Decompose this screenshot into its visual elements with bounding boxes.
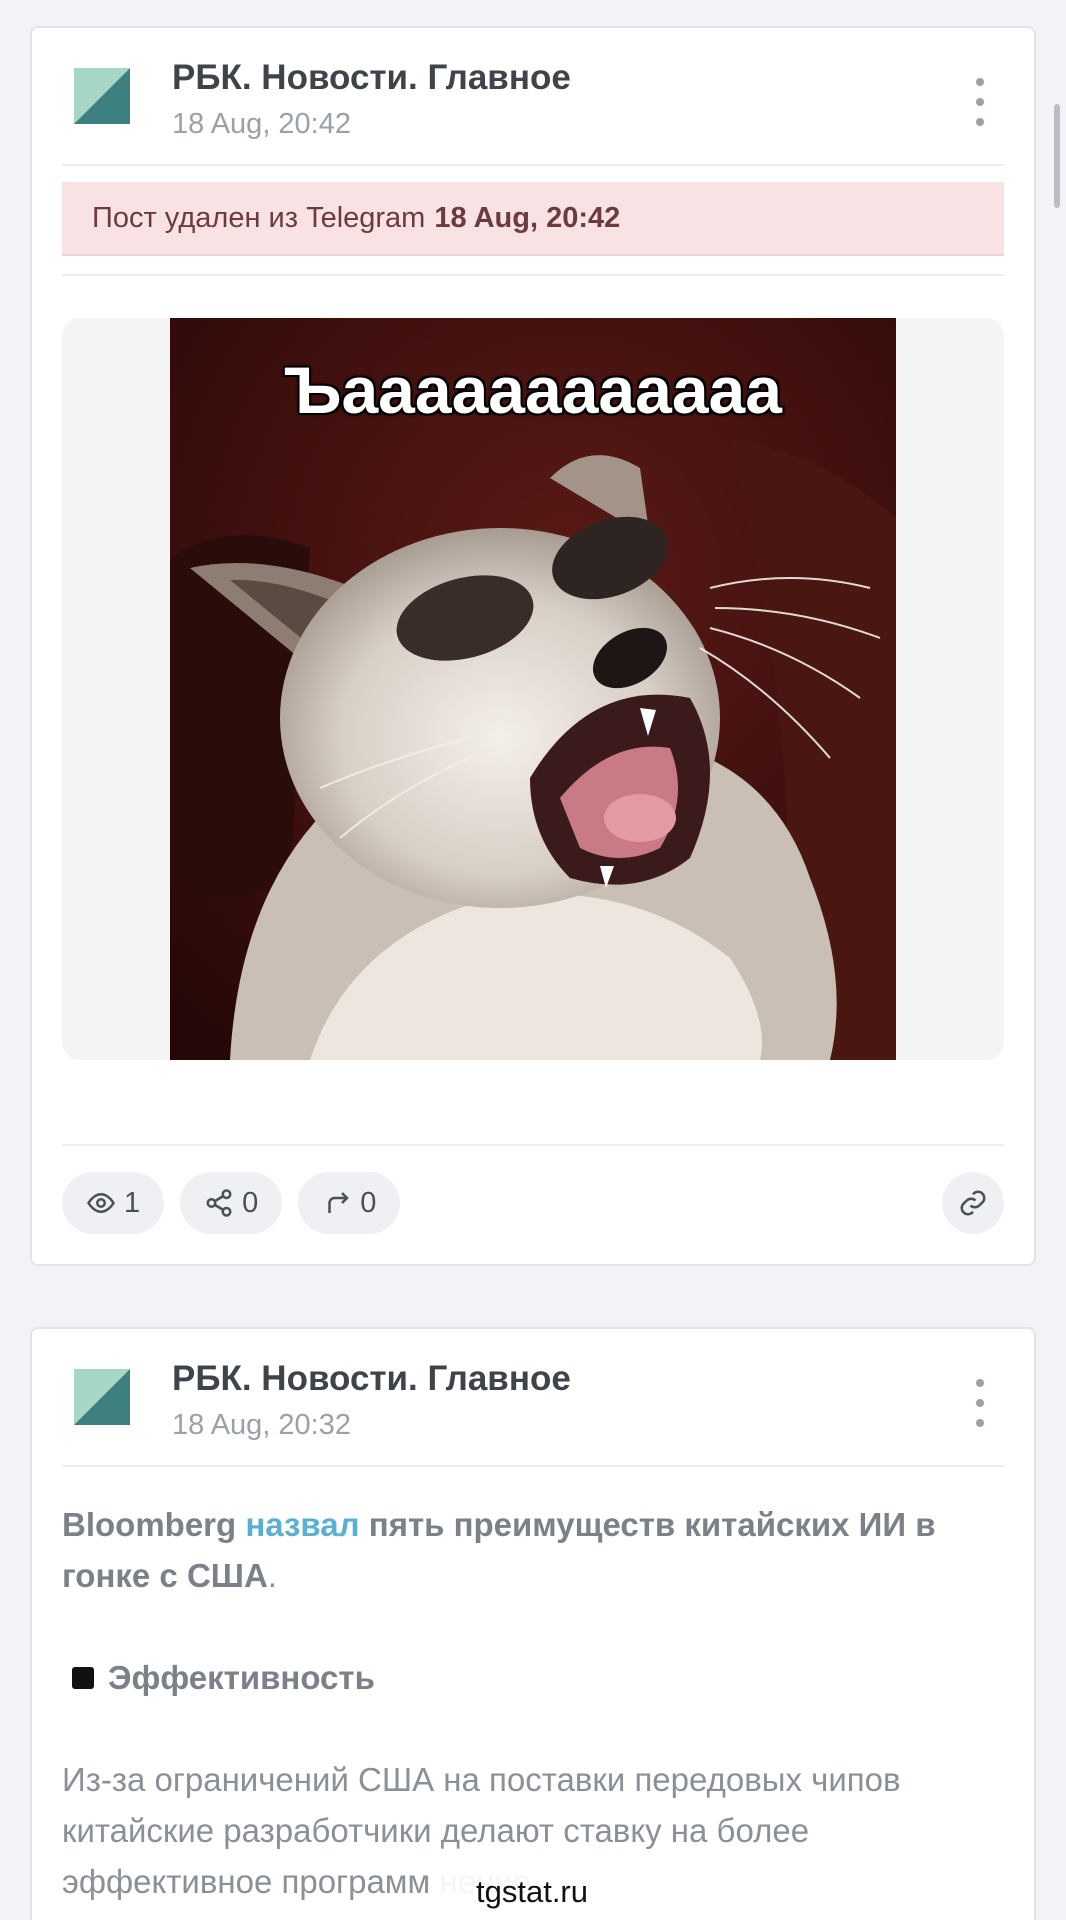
forward-arrow-icon [328, 1192, 350, 1213]
link-icon [960, 1190, 986, 1216]
deleted-notice-text: Пост удален из Telegram [92, 201, 426, 234]
forwards-button[interactable]: 0 [298, 1172, 401, 1234]
copy-link-button[interactable] [942, 1172, 1004, 1234]
post-stats: 1 0 0 [62, 1172, 401, 1234]
post-card: РБК. Новости. Главное 18 Aug, 20:42 Пост… [30, 26, 1036, 1266]
scrollbar[interactable] [1054, 104, 1060, 208]
media-container[interactable]: Ъаааааааааааа [62, 318, 1004, 1060]
divider [62, 274, 1004, 276]
divider [62, 164, 1004, 166]
views-button[interactable]: 1 [62, 1172, 165, 1234]
cat-meme-image[interactable]: Ъаааааааааааа [170, 318, 896, 1060]
post-time: 18 Aug, 20:42 [172, 108, 351, 140]
shares-button[interactable]: 0 [180, 1172, 283, 1234]
divider [62, 1465, 1004, 1467]
source-link[interactable]: назвал [245, 1506, 359, 1543]
post-text: Bloomberg назвал пять преимуществ китайс… [62, 1499, 1004, 1907]
more-options-icon[interactable] [968, 1379, 992, 1427]
post-time: 18 Aug, 20:32 [172, 1409, 351, 1441]
share-icon [206, 1189, 232, 1217]
lead-paragraph: Bloomberg назвал пять преимуществ китайс… [62, 1499, 1004, 1601]
lead-text: Bloomberg [62, 1506, 246, 1543]
watermark: tgstat.ru [432, 1862, 632, 1920]
lead-end: . [267, 1557, 277, 1594]
more-options-icon[interactable] [968, 78, 992, 126]
eye-icon [87, 1192, 115, 1214]
divider [62, 1144, 1004, 1146]
views-count: 1 [124, 1186, 141, 1219]
channel-name[interactable]: РБК. Новости. Главное [172, 1359, 571, 1399]
channel-avatar[interactable] [74, 68, 130, 124]
post-card: РБК. Новости. Главное 18 Aug, 20:32 Bloo… [30, 1327, 1036, 1920]
meme-caption: Ъаааааааааааа [284, 353, 782, 427]
forwards-count: 0 [360, 1186, 377, 1219]
deleted-notice-time: 18 Aug, 20:42 [434, 201, 621, 234]
shares-count: 0 [242, 1186, 259, 1219]
channel-name[interactable]: РБК. Новости. Главное [172, 58, 571, 98]
section-title: Эффективность [108, 1659, 375, 1696]
channel-avatar[interactable] [74, 1369, 130, 1425]
section-heading: Эффективность [62, 1652, 1004, 1703]
deleted-notice: Пост удален из Telegram 18 Aug, 20:42 [62, 182, 1004, 256]
black-square-icon [72, 1666, 94, 1689]
